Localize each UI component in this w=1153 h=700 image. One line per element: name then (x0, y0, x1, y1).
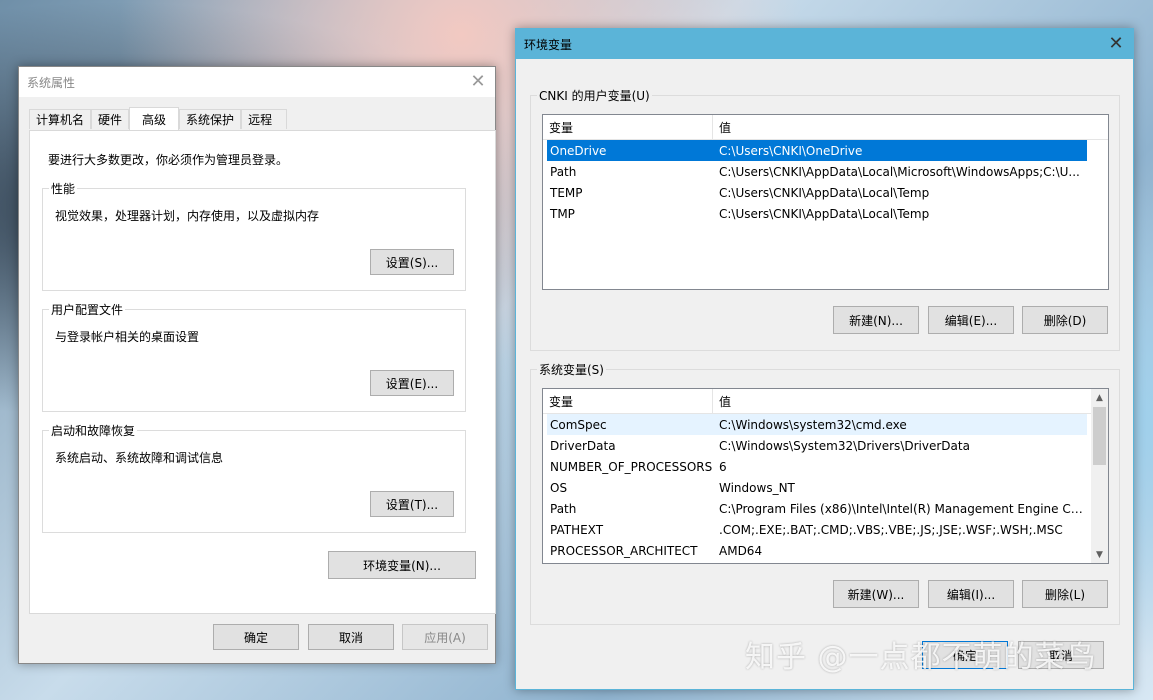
system-properties-window: 系统属性 ✕ 计算机名 硬件 高级 系统保护 远程 要进行大多数更改，你必须作为… (18, 66, 496, 664)
list-item[interactable]: ComSpec C:\Windows\system32\cmd.exe (547, 414, 1087, 435)
column-header-variable[interactable]: 变量 (543, 389, 713, 413)
variable-value: C:\Users\CNKI\AppData\Local\Microsoft\Wi… (719, 164, 1080, 179)
variable-name: DriverData (550, 438, 616, 453)
performance-group: 性能 视觉效果，处理器计划，内存使用，以及虚拟内存 设置(S)... (42, 180, 466, 291)
column-header-variable[interactable]: 变量 (543, 115, 713, 139)
environment-variables-button[interactable]: 环境变量(N)... (328, 551, 476, 579)
scroll-down-icon[interactable]: ▼ (1091, 546, 1108, 563)
admin-notice: 要进行大多数更改，你必须作为管理员登录。 (48, 153, 289, 167)
system-variables-title: 系统变量(S) (537, 361, 606, 378)
performance-description: 视觉效果，处理器计划，内存使用，以及虚拟内存 (55, 209, 320, 223)
variable-value: C:\Windows\system32\cmd.exe (719, 417, 907, 432)
list-item[interactable]: OneDrive C:\Users\CNKI\OneDrive (547, 140, 1087, 161)
list-item[interactable]: TMP C:\Users\CNKI\AppData\Local\Temp (547, 203, 1087, 224)
list-item[interactable]: PATHEXT .COM;.EXE;.BAT;.CMD;.VBS;.VBE;.J… (547, 519, 1087, 540)
variable-value: C:\Users\CNKI\AppData\Local\Temp (719, 185, 930, 200)
tab-computer-name[interactable]: 计算机名 (29, 109, 92, 129)
window-title: 环境变量 (524, 37, 573, 52)
window-title: 系统属性 (27, 75, 76, 90)
variable-value: .COM;.EXE;.BAT;.CMD;.VBS;.VBE;.JS;.JSE;.… (719, 522, 1063, 537)
system-variables-list[interactable]: 变量 值 ComSpec C:\Windows\system32\cmd.exe… (542, 388, 1109, 564)
user-new-button[interactable]: 新建(N)... (833, 306, 919, 334)
advanced-tab-panel: 要进行大多数更改，你必须作为管理员登录。 性能 视觉效果，处理器计划，内存使用，… (29, 130, 496, 614)
system-delete-button[interactable]: 删除(L) (1022, 580, 1108, 608)
list-item[interactable]: PROCESSOR_ARCHITECT AMD64 (547, 540, 1087, 561)
title-bar[interactable]: 系统属性 (19, 67, 495, 97)
variable-name: TEMP (550, 185, 583, 200)
user-variables-list[interactable]: 变量 值 OneDrive C:\Users\CNKI\OneDrive Pat… (542, 114, 1109, 290)
tab-hardware[interactable]: 硬件 (91, 109, 130, 129)
variable-value: C:\Program Files (x86)\Intel\Intel(R) Ma… (719, 501, 1087, 516)
variable-name: OS (550, 480, 568, 495)
system-variables-group: 系统变量(S) 变量 值 ComSpec C:\Windows\system32… (530, 361, 1120, 625)
variable-value: AMD64 (719, 543, 763, 558)
startup-recovery-settings-button[interactable]: 设置(T)... (370, 491, 454, 517)
startup-recovery-description: 系统启动、系统故障和调试信息 (55, 451, 224, 465)
apply-button[interactable]: 应用(A) (402, 624, 488, 650)
variable-name: OneDrive (550, 143, 607, 158)
performance-settings-button[interactable]: 设置(S)... (370, 249, 454, 275)
startup-recovery-group-title: 启动和故障恢复 (49, 422, 138, 439)
user-variables-group: CNKI 的用户变量(U) 变量 值 OneDrive C:\Users\CNK… (530, 87, 1120, 351)
list-item[interactable]: Path C:\Program Files (x86)\Intel\Intel(… (547, 498, 1087, 519)
list-header: 变量 值 (543, 115, 1108, 140)
close-icon[interactable]: ✕ (1107, 35, 1125, 53)
user-profiles-group: 用户配置文件 与登录帐户相关的桌面设置 设置(E)... (42, 301, 466, 412)
column-header-value[interactable]: 值 (713, 115, 731, 139)
system-new-button[interactable]: 新建(W)... (833, 580, 919, 608)
list-item[interactable]: DriverData C:\Windows\System32\Drivers\D… (547, 435, 1087, 456)
user-profiles-settings-button[interactable]: 设置(E)... (370, 370, 454, 396)
title-bar[interactable]: 环境变量 (516, 29, 1133, 59)
variable-value: C:\Users\CNKI\AppData\Local\Temp (719, 206, 930, 221)
list-item[interactable]: OS Windows_NT (547, 477, 1087, 498)
variable-name: Path (550, 501, 577, 516)
list-item[interactable]: Path C:\Users\CNKI\AppData\Local\Microso… (547, 161, 1087, 182)
variable-name: PATHEXT (550, 522, 604, 537)
tab-remote[interactable]: 远程 (241, 109, 288, 129)
list-item[interactable]: TEMP C:\Users\CNKI\AppData\Local\Temp (547, 182, 1087, 203)
performance-group-title: 性能 (49, 180, 78, 197)
user-edit-button[interactable]: 编辑(E)... (928, 306, 1014, 334)
watermark-text: 知乎 @一点都不萌的菜鸟 (745, 640, 1097, 675)
column-header-value[interactable]: 值 (713, 389, 731, 413)
variable-name: TMP (550, 206, 575, 221)
user-variables-title: CNKI 的用户变量(U) (537, 87, 652, 104)
variable-value: 6 (719, 459, 727, 474)
variable-value: C:\Windows\System32\Drivers\DriverData (719, 438, 970, 453)
environment-variables-window: 环境变量 ✕ CNKI 的用户变量(U) 变量 值 OneDrive C:\Us… (515, 28, 1134, 690)
list-header: 变量 值 (543, 389, 1091, 414)
tab-system-protection[interactable]: 系统保护 (179, 109, 242, 129)
variable-name: ComSpec (550, 417, 607, 432)
variable-value: C:\Users\CNKI\OneDrive (719, 143, 863, 158)
vertical-scrollbar[interactable]: ▲ ▼ (1091, 389, 1108, 563)
ok-button[interactable]: 确定 (213, 624, 299, 650)
close-icon[interactable]: ✕ (469, 73, 487, 91)
variable-value: Windows_NT (719, 480, 795, 495)
variable-name: NUMBER_OF_PROCESSORS (550, 459, 713, 474)
cancel-button[interactable]: 取消 (308, 624, 394, 650)
system-edit-button[interactable]: 编辑(I)... (928, 580, 1014, 608)
user-profiles-group-title: 用户配置文件 (49, 301, 126, 318)
variable-name: PROCESSOR_ARCHITECT (550, 543, 698, 558)
scroll-thumb[interactable] (1093, 407, 1106, 465)
variable-name: Path (550, 164, 577, 179)
list-item[interactable]: NUMBER_OF_PROCESSORS 6 (547, 456, 1087, 477)
startup-recovery-group: 启动和故障恢复 系统启动、系统故障和调试信息 设置(T)... (42, 422, 466, 533)
tab-advanced[interactable]: 高级 (129, 107, 180, 131)
scroll-up-icon[interactable]: ▲ (1091, 389, 1108, 406)
user-profiles-description: 与登录帐户相关的桌面设置 (55, 330, 200, 344)
user-delete-button[interactable]: 删除(D) (1022, 306, 1108, 334)
tab-strip: 计算机名 硬件 高级 系统保护 远程 (29, 107, 288, 131)
